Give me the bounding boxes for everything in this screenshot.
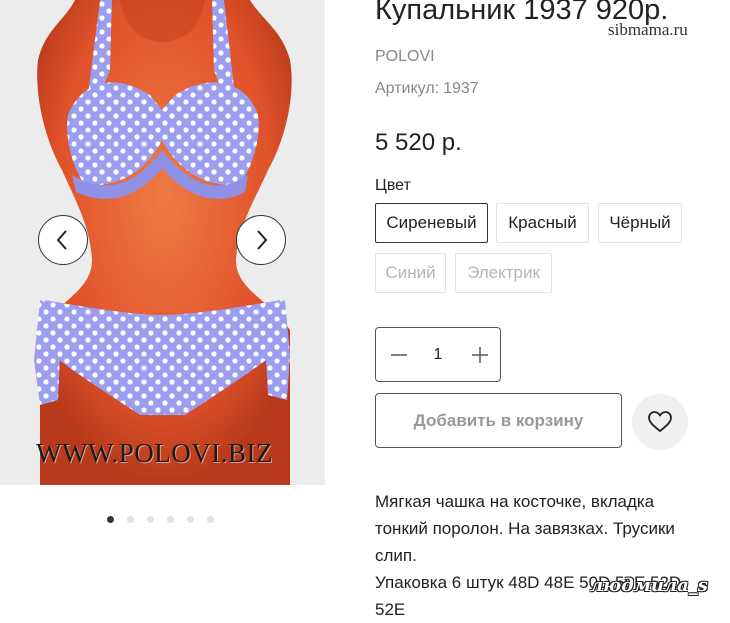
brand-link[interactable]: POLOVI (375, 48, 435, 66)
quantity-value[interactable]: 1 (424, 344, 452, 366)
sku: Артикул: 1937 (375, 80, 479, 98)
minus-icon[interactable] (388, 344, 410, 366)
heart-icon (648, 411, 672, 432)
description-text: Мягкая чашка на косточке, вкладка тонкий… (375, 492, 675, 565)
photo-watermark: WWW.POLOVI.BIZ (36, 438, 273, 468)
pagination-dot[interactable] (167, 516, 174, 523)
pagination-dot[interactable] (147, 516, 154, 523)
chevron-left-icon (56, 230, 67, 250)
color-option-black[interactable]: Чёрный (598, 203, 682, 243)
pagination-dot[interactable] (187, 516, 194, 523)
add-to-cart-button[interactable]: Добавить в корзину (375, 393, 622, 448)
pagination-dot[interactable] (127, 516, 134, 523)
gallery-pagination (107, 516, 214, 523)
price: 5 520 р. (375, 129, 462, 156)
color-option-blue[interactable]: Синий (375, 253, 446, 293)
user-watermark: людмила_s (590, 575, 708, 596)
sku-value: 1937 (443, 80, 479, 97)
sku-label: Артикул: (375, 80, 440, 97)
site-watermark: sibmama.ru (608, 20, 688, 39)
gallery-prev-button[interactable] (38, 215, 88, 265)
color-label: Цвет (375, 177, 411, 194)
color-option-electric[interactable]: Электрик (455, 253, 552, 293)
product-description: Мягкая чашка на косточке, вкладка тонкий… (375, 488, 705, 623)
gallery-next-button[interactable] (236, 215, 286, 265)
color-option-red[interactable]: Красный (496, 203, 589, 243)
wishlist-button[interactable] (632, 394, 688, 450)
pagination-dot[interactable] (107, 516, 114, 523)
pagination-dot[interactable] (207, 516, 214, 523)
plus-icon[interactable] (469, 344, 491, 366)
color-option-lilac[interactable]: Сиреневый (375, 203, 488, 243)
quantity-stepper: 1 (375, 327, 501, 382)
chevron-right-icon (257, 230, 268, 250)
